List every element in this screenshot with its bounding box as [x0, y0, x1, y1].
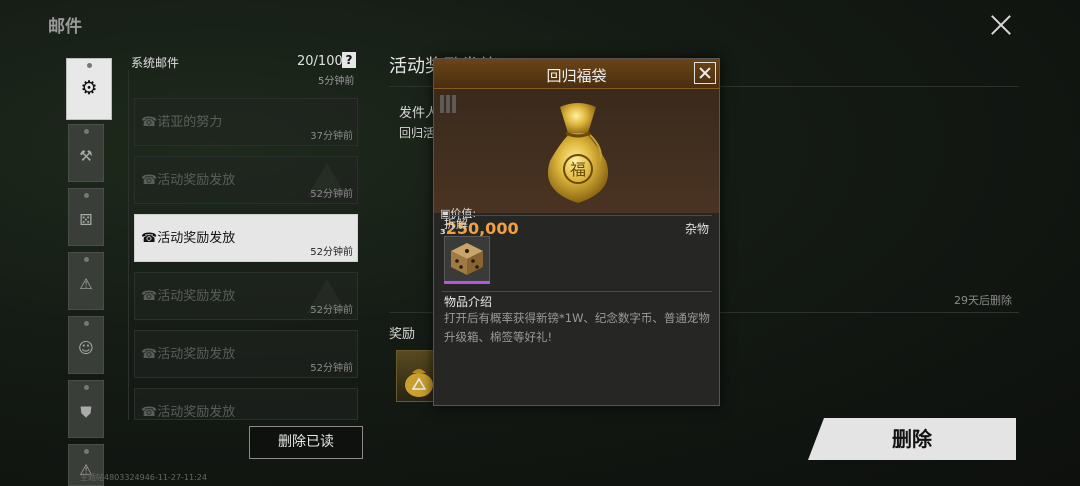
mail-icon: ☎	[141, 115, 158, 130]
sender-name: 回归活	[399, 126, 436, 140]
first-mail-time: 5分钟前	[318, 76, 355, 87]
pin-icon	[84, 385, 89, 390]
category-tab-system[interactable]: ⚙	[66, 58, 112, 120]
delete-button[interactable]: 删除	[808, 418, 1016, 460]
mail-title-text: 诺亚的努力	[157, 115, 223, 130]
watermark: 主题帖4803324946-11-27-11:24	[80, 473, 207, 482]
mail-icon: ☎	[141, 289, 158, 304]
category-tab-dice[interactable]: ⚄	[68, 188, 104, 246]
mail-time: 52分钟前	[310, 247, 353, 258]
close-icon[interactable]	[984, 8, 1018, 42]
mail-icon: ☎	[141, 405, 158, 420]
reward-label: 奖励	[389, 327, 416, 342]
disassemble-label: 拆解	[444, 217, 469, 231]
mail-title: ☎活动奖励发放	[141, 227, 235, 246]
item-description: 打开后有概率获得新镑*1W、纪念数字币、普通宠物升级箱、棉签等好礼!	[444, 311, 710, 344]
list-divider	[128, 70, 129, 420]
mail-title: ☎活动奖励发放	[141, 285, 235, 304]
mail-icon: ☎	[141, 347, 158, 362]
disassemble-item-slot[interactable]	[444, 236, 490, 282]
category-tab-warning[interactable]: ⚠	[68, 252, 104, 310]
mail-item[interactable]: ☎活动奖励发放	[134, 388, 358, 420]
item-detail-popup: 回归福袋 福 ▣价值: ₃250,000 杂物 拆解 物品介绍 打开后有概率获得…	[433, 58, 720, 406]
mail-item[interactable]: ☎活动奖励发放 52分钟前	[134, 330, 358, 378]
lucky-bag-icon: 福	[547, 103, 609, 203]
mail-time: 52分钟前	[310, 363, 353, 374]
category-tab-backpack[interactable]: ⛊	[68, 380, 104, 438]
item-category: 杂物	[684, 222, 709, 236]
expire-notice: 29天后删除	[954, 294, 1012, 307]
mail-time: 37分钟前	[310, 131, 353, 142]
gear-icon: ⚙	[80, 77, 98, 99]
pin-icon	[84, 449, 89, 454]
mail-item[interactable]: ☎活动奖励发放 52分钟前	[134, 156, 358, 204]
warning-icon: ⚠	[79, 275, 93, 293]
popup-header: 回归福袋	[434, 59, 719, 89]
mail-title-text: 活动奖励发放	[157, 173, 236, 188]
mail-item[interactable]: ☎诺亚的努力 37分钟前	[134, 98, 358, 146]
pin-icon	[84, 321, 89, 326]
mail-item[interactable]: ☎活动奖励发放 52分钟前	[134, 272, 358, 320]
mail-item-selected[interactable]: ☎活动奖励发放 52分钟前	[134, 214, 358, 262]
delete-read-button[interactable]: 删除已读	[249, 426, 363, 459]
pin-icon	[84, 193, 89, 198]
mail-icon: ☎	[141, 173, 158, 188]
dice-icon	[451, 243, 483, 275]
mail-title: ☎活动奖励发放	[141, 343, 235, 362]
divider	[442, 215, 712, 216]
category-tab-character[interactable]: ☺	[68, 316, 104, 374]
pin-icon	[87, 63, 92, 68]
mail-list-header: 系统邮件	[131, 56, 180, 70]
hammer-icon: ⚒	[79, 147, 93, 165]
mail-time: 52分钟前	[310, 305, 353, 316]
mail-title-text: 活动奖励发放	[157, 231, 236, 246]
mail-title-text: 活动奖励发放	[157, 289, 236, 304]
category-tab-hammer[interactable]: ⚒	[68, 124, 104, 182]
pin-icon	[84, 257, 89, 262]
close-icon[interactable]	[694, 62, 716, 84]
help-icon[interactable]: ?	[342, 52, 356, 68]
mail-time: 52分钟前	[310, 189, 353, 200]
page-title: 邮件	[48, 17, 82, 37]
mail-title: ☎活动奖励发放	[141, 401, 235, 420]
pin-icon	[84, 129, 89, 134]
item-intro-title: 物品介绍	[444, 295, 493, 309]
character-icon: ☺	[78, 339, 94, 357]
popup-title: 回归福袋	[546, 67, 607, 85]
mail-count: 20/100	[297, 54, 343, 69]
mail-title-text: 活动奖励发放	[157, 347, 236, 362]
svg-text:福: 福	[570, 160, 586, 179]
mail-icon: ☎	[141, 231, 158, 246]
dice-icon: ⚄	[79, 211, 93, 229]
mail-title: ☎诺亚的努力	[141, 111, 222, 130]
mail-title-text: 活动奖励发放	[157, 405, 236, 420]
mail-title: ☎活动奖励发放	[141, 169, 235, 188]
grid-icon	[440, 95, 458, 113]
item-showcase: 福 ▣价值: ₃250,000 杂物	[434, 89, 719, 238]
backpack-icon: ⛊	[80, 403, 92, 421]
rarity-bar	[444, 281, 490, 284]
divider	[442, 291, 712, 292]
